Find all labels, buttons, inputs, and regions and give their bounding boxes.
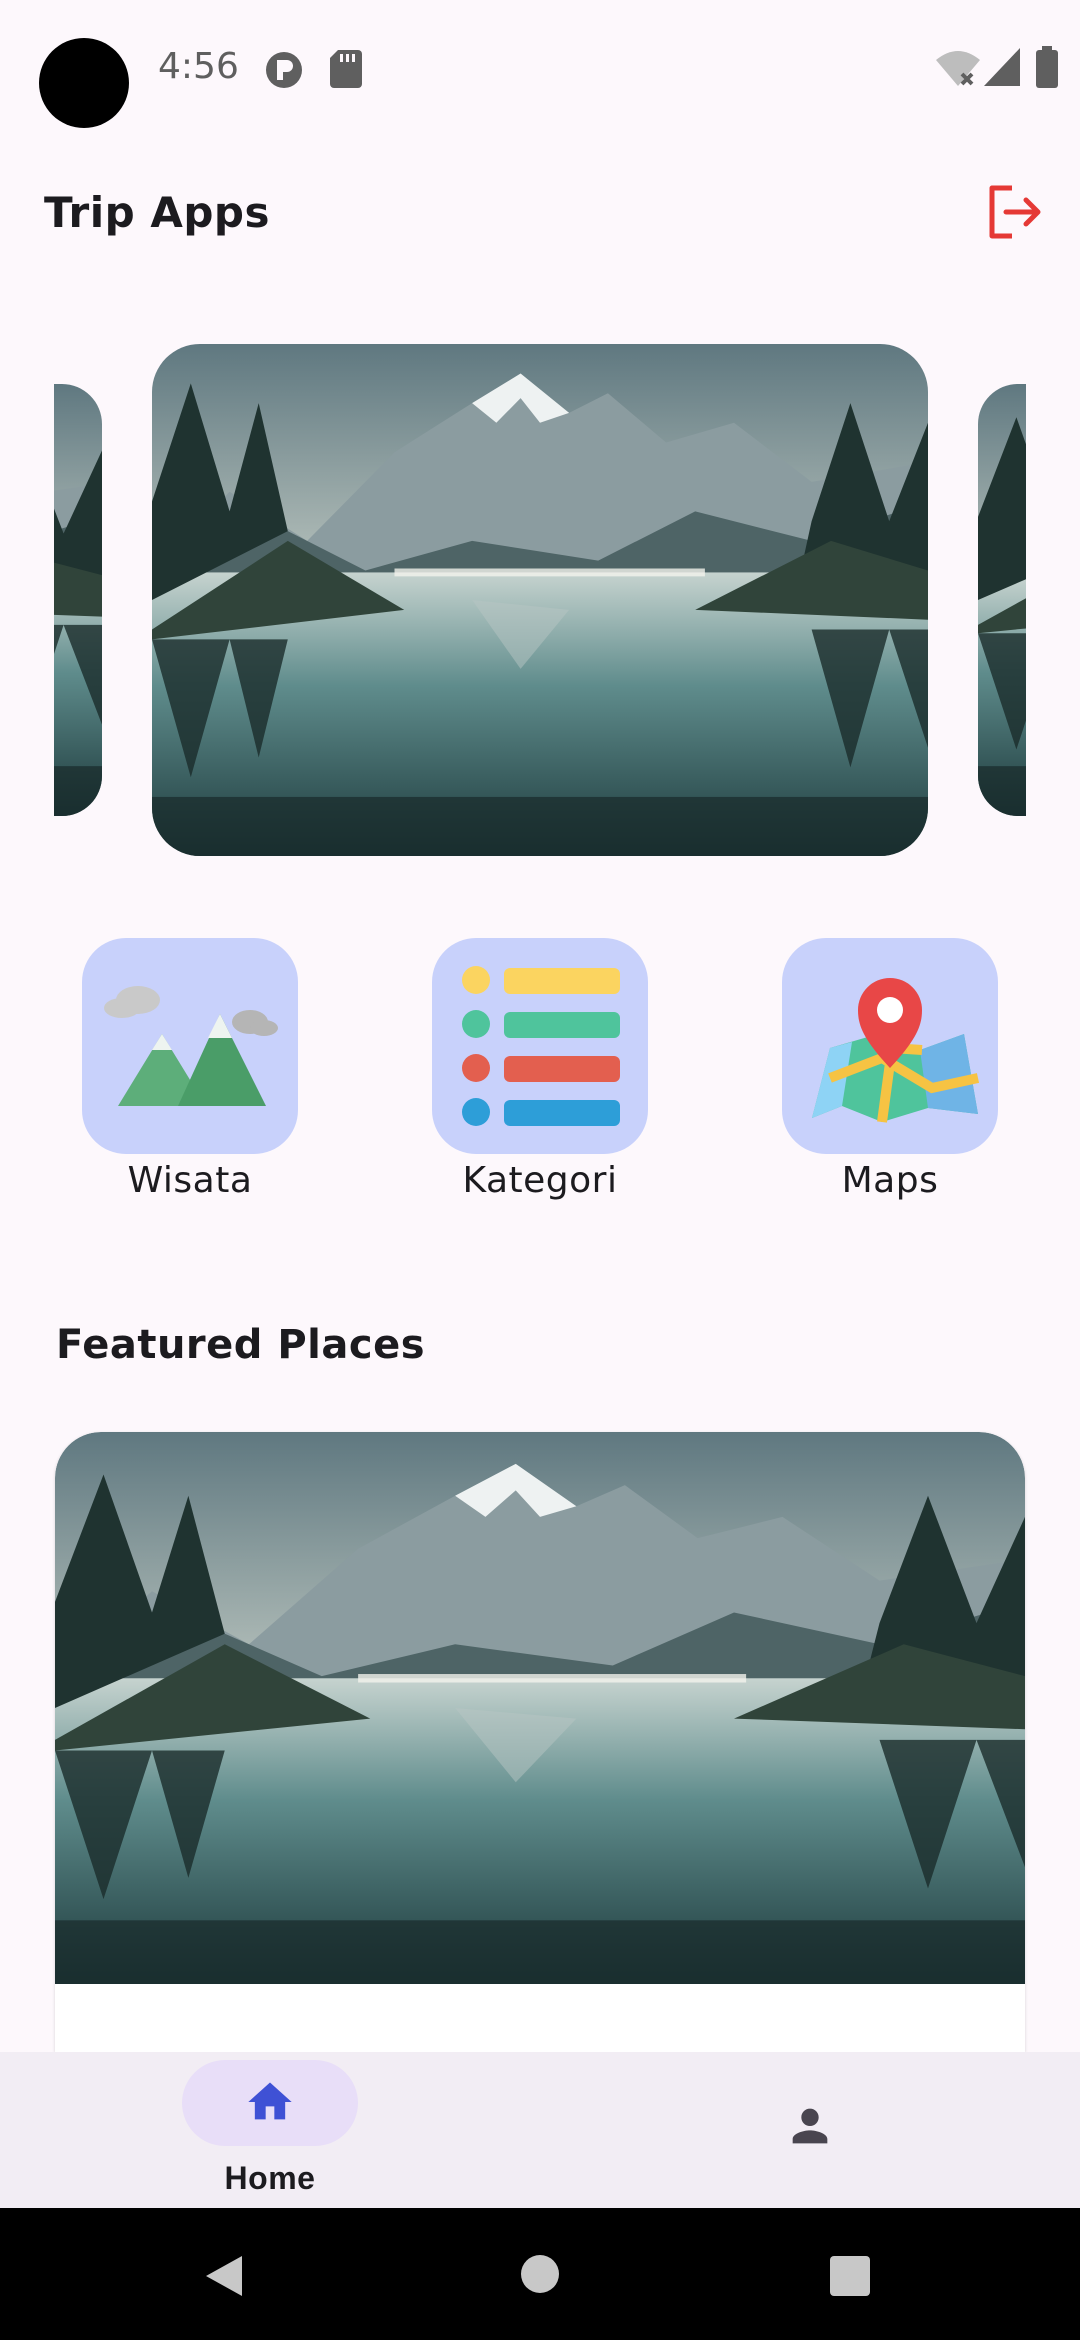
logout-button[interactable] xyxy=(982,180,1046,244)
menu-item-maps[interactable]: Maps xyxy=(782,938,998,1201)
notification-p-icon xyxy=(266,52,302,88)
bottom-navigation: Home xyxy=(0,2052,1080,2208)
mountains-icon xyxy=(104,986,278,1106)
featured-title: Featured Places xyxy=(56,1322,426,1368)
menu-label: Wisata xyxy=(127,1160,253,1201)
logout-icon xyxy=(989,185,1041,239)
carousel-slide-next[interactable] xyxy=(978,384,1026,816)
carousel-slide-prev[interactable] xyxy=(54,384,102,816)
person-icon xyxy=(792,2108,828,2144)
back-icon[interactable] xyxy=(202,2254,246,2298)
menu-item-kategori[interactable]: Kategori xyxy=(432,938,648,1201)
menu-item-wisata[interactable]: Wisata xyxy=(82,938,298,1201)
menu-label: Maps xyxy=(841,1160,939,1201)
sd-card-icon xyxy=(330,50,362,88)
wifi-off-icon xyxy=(936,51,980,86)
landscape-image xyxy=(54,384,102,816)
map-pin-icon xyxy=(812,978,980,1123)
camera-cutout xyxy=(39,38,129,128)
nav-home-label: Home xyxy=(224,2160,316,2196)
status-bar: 4:56 xyxy=(0,0,1080,140)
nav-item-home[interactable]: Home xyxy=(150,2052,390,2208)
featured-place-image xyxy=(55,1432,1025,1984)
battery-icon xyxy=(1036,46,1058,88)
home-icon xyxy=(248,2082,292,2120)
list-icon xyxy=(462,966,620,1126)
menu-tile xyxy=(432,938,648,1154)
landscape-image xyxy=(152,344,928,856)
nav-item-profile[interactable] xyxy=(690,2052,930,2208)
app-title: Trip Apps xyxy=(44,188,270,237)
landscape-image xyxy=(978,384,1026,816)
nav-active-indicator xyxy=(182,2060,358,2146)
featured-place-card[interactable] xyxy=(55,1432,1025,2052)
status-time: 4:56 xyxy=(158,46,239,87)
system-navigation-bar xyxy=(0,2208,1080,2340)
recents-icon[interactable] xyxy=(830,2256,870,2296)
landscape-image xyxy=(55,1432,1025,1984)
menu-label: Kategori xyxy=(462,1160,618,1201)
menu-tile xyxy=(82,938,298,1154)
carousel-slide-current[interactable] xyxy=(152,344,928,856)
home-circle-icon[interactable] xyxy=(520,2254,560,2294)
menu-tile xyxy=(782,938,998,1154)
signal-icon xyxy=(984,48,1020,86)
